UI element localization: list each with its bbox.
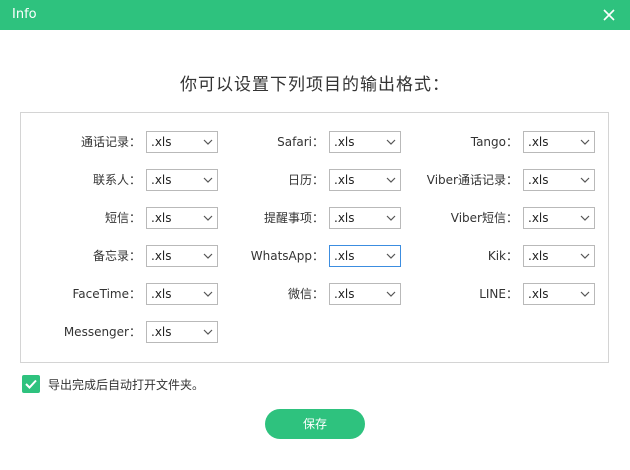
select-value: .xls [151,173,172,187]
select-value: .xls [528,173,549,187]
chevron-down-icon [386,139,396,145]
select-messenger-format[interactable]: .xls [146,321,218,343]
select-safari-format[interactable]: .xls [329,131,401,153]
select-kik-format[interactable]: .xls [523,245,595,267]
label-reminders: 提醒事项： [263,211,324,225]
select-value: .xls [528,249,549,263]
select-wechat-format[interactable]: .xls [329,283,401,305]
checkmark-icon [25,379,37,389]
select-value: .xls [151,325,172,339]
select-value: .xls [334,287,355,301]
select-value: .xls [151,135,172,149]
label-notes: 备忘录： [92,249,141,263]
select-calendar-format[interactable]: .xls [329,169,401,191]
chevron-down-icon [203,329,213,335]
chevron-down-icon [580,177,590,183]
select-value: .xls [151,249,172,263]
select-value: .xls [334,135,355,149]
chevron-down-icon [386,253,396,259]
label-line: LINE： [479,287,518,301]
title-bar: Info [0,0,630,30]
chevron-down-icon [386,215,396,221]
save-button[interactable]: 保存 [265,409,365,439]
auto-open-checkbox[interactable] [22,375,40,393]
chevron-down-icon [580,139,590,145]
select-viber-call-log-format[interactable]: .xls [523,169,595,191]
select-value: .xls [334,211,355,225]
select-whatsapp-format[interactable]: .xls [329,245,401,267]
select-value: .xls [151,287,172,301]
page-heading: 你可以设置下列项目的输出格式： [180,75,450,95]
select-line-format[interactable]: .xls [523,283,595,305]
label-whatsapp: WhatsApp： [250,249,324,263]
chevron-down-icon [580,253,590,259]
label-safari: Safari： [277,135,324,149]
select-reminders-format[interactable]: .xls [329,207,401,229]
close-icon[interactable] [598,4,620,26]
select-viber-sms-format[interactable]: .xls [523,207,595,229]
label-kik: Kik： [487,249,518,263]
chevron-down-icon [580,215,590,221]
label-calendar: 日历： [287,173,324,187]
chevron-down-icon [386,291,396,297]
label-tango: Tango： [470,135,518,149]
select-value: .xls [334,173,355,187]
label-wechat: 微信： [287,287,324,301]
label-contacts: 联系人： [92,173,141,187]
select-value: .xls [334,249,355,263]
format-settings-panel: 通话记录： .xls 联系人： .xls 短信： .xls 备忘录： .xls … [20,112,609,363]
chevron-down-icon [580,291,590,297]
select-value: .xls [528,287,549,301]
label-sms: 短信： [104,211,141,225]
select-value: .xls [528,211,549,225]
select-value: .xls [151,211,172,225]
select-tango-format[interactable]: .xls [523,131,595,153]
label-viber-call-log: Viber通话记录： [426,173,518,187]
window-title: Info [12,7,37,22]
label-call-log: 通话记录： [80,135,141,149]
label-messenger: Messenger： [63,325,141,339]
chevron-down-icon [386,177,396,183]
label-viber-sms: Viber短信： [450,211,518,225]
auto-open-label: 导出完成后自动打开文件夹。 [48,378,205,392]
label-facetime: FaceTime： [72,287,141,301]
select-value: .xls [528,135,549,149]
